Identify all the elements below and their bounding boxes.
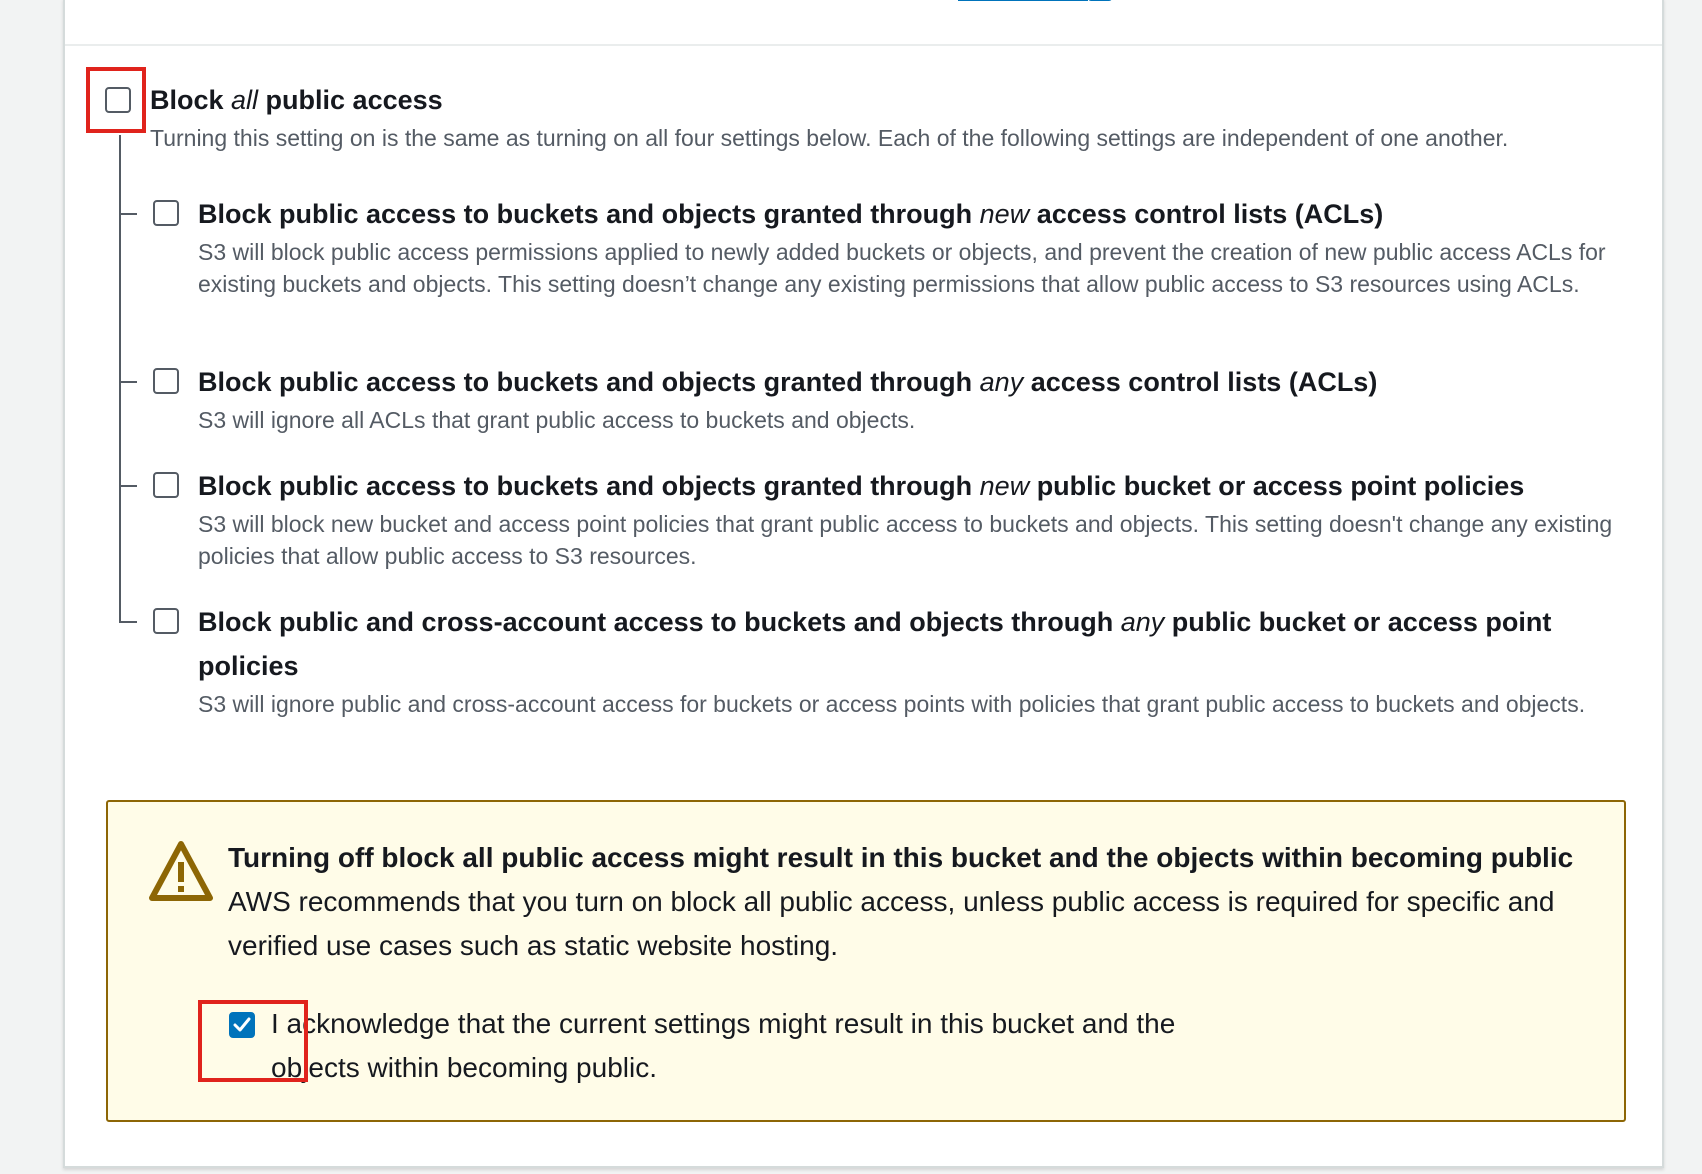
block-all-public-access-checkbox[interactable] bbox=[105, 87, 131, 113]
alert-title: Turning off block all public access migh… bbox=[228, 842, 1574, 873]
acknowledge-label: I acknowledge that the current settings … bbox=[271, 1008, 1176, 1083]
block-new-acls-label: Block public access to buckets and objec… bbox=[198, 199, 1384, 229]
block-any-acls-label: Block public access to buckets and objec… bbox=[198, 367, 1378, 397]
tree-branch bbox=[119, 381, 137, 383]
tree-branch bbox=[119, 213, 137, 215]
block-all-label: Block all public access bbox=[150, 85, 443, 115]
block-cross-account-description: S3 will ignore public and cross-account … bbox=[198, 691, 1586, 717]
block-all-description: Turning this setting on is the same as t… bbox=[150, 125, 1509, 151]
info-link-underline[interactable] bbox=[958, 0, 1088, 1]
block-new-policies-description: S3 will block new bucket and access poin… bbox=[198, 511, 1613, 569]
external-link-icon[interactable] bbox=[1088, 0, 1112, 1]
block-new-policies-checkbox[interactable] bbox=[153, 472, 179, 498]
checkmark-icon bbox=[233, 1017, 251, 1032]
block-public-access-panel: Block all public access Turning this set… bbox=[63, 0, 1664, 1168]
acknowledge-checkbox[interactable] bbox=[229, 1012, 255, 1038]
alert-text: AWS recommends that you turn on block al… bbox=[228, 886, 1555, 961]
block-new-acls-description: S3 will block public access permissions … bbox=[198, 239, 1606, 297]
public-access-warning-alert: Turning off block all public access migh… bbox=[106, 800, 1626, 1122]
block-cross-account-checkbox[interactable] bbox=[153, 608, 179, 634]
tree-branch bbox=[119, 485, 137, 487]
warning-icon bbox=[149, 841, 213, 901]
section-divider bbox=[65, 44, 1662, 46]
block-new-acls-checkbox[interactable] bbox=[153, 200, 179, 226]
tree-branch bbox=[119, 621, 137, 623]
block-any-acls-description: S3 will ignore all ACLs that grant publi… bbox=[198, 407, 916, 433]
block-new-policies-label: Block public access to buckets and objec… bbox=[198, 471, 1525, 501]
block-cross-account-label: Block public and cross-account access to… bbox=[198, 607, 1552, 681]
tree-connector bbox=[119, 135, 121, 622]
block-any-acls-checkbox[interactable] bbox=[153, 368, 179, 394]
